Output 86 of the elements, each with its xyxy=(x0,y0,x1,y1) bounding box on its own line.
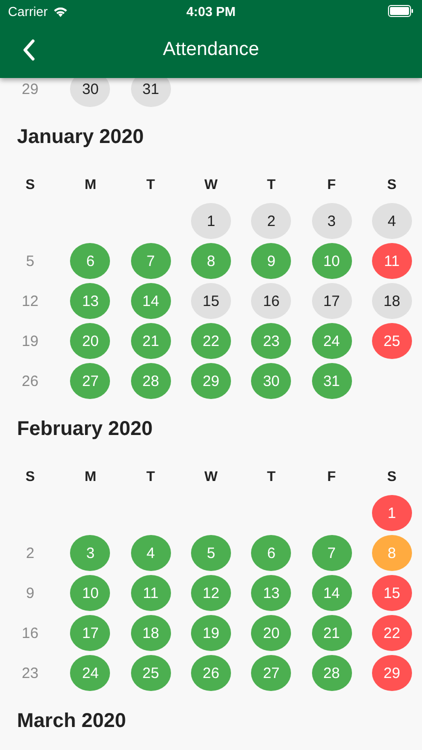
calendar-day: 26 xyxy=(22,372,38,390)
calendar-day[interactable]: 3 xyxy=(70,535,110,571)
weekday-label: M xyxy=(84,468,96,484)
weekday-label: F xyxy=(327,176,336,192)
screen-title: Attendance xyxy=(162,39,260,61)
calendar-day[interactable]: 8 xyxy=(190,243,231,279)
month-title: March 2020 xyxy=(16,709,127,734)
calendar-day[interactable]: 13 xyxy=(70,283,110,319)
calendar-day[interactable]: 27 xyxy=(70,363,110,399)
calendar-day: 9 xyxy=(26,584,34,602)
calendar-day[interactable]: 5 xyxy=(190,535,231,571)
calendar-day[interactable]: 25 xyxy=(372,323,412,359)
calendar-day: 12 xyxy=(22,292,38,310)
calendar-day[interactable]: 31 xyxy=(312,363,352,399)
weekday-label: M xyxy=(84,176,96,192)
month-title: February 2020 xyxy=(16,417,154,442)
calendar-day[interactable]: 14 xyxy=(130,283,171,319)
calendar-day[interactable]: 3 xyxy=(312,203,352,239)
calendar-day[interactable]: 13 xyxy=(251,575,292,611)
month-title: January 2020 xyxy=(16,125,145,150)
calendar-day[interactable]: 30 xyxy=(251,363,292,399)
calendar-day[interactable]: 24 xyxy=(312,323,352,359)
weekday-label: T xyxy=(146,468,155,484)
weekday-label: W xyxy=(204,468,218,484)
calendar-day[interactable]: 20 xyxy=(251,615,292,651)
calendar-day[interactable]: 6 xyxy=(251,535,292,571)
calendar-day: 5 xyxy=(26,252,34,270)
wifi-icon xyxy=(52,6,68,16)
calendar-day[interactable]: 29 xyxy=(372,655,412,691)
weekday-label: S xyxy=(387,176,397,192)
calendar-day[interactable]: 25 xyxy=(130,655,171,691)
calendar-day[interactable]: 17 xyxy=(312,283,352,319)
calendar-day[interactable]: 2 xyxy=(251,203,292,239)
calendar-day: 16 xyxy=(22,624,38,642)
calendar-day[interactable]: 26 xyxy=(190,655,231,691)
calendar-day: 29 xyxy=(22,80,38,98)
calendar-day[interactable]: 14 xyxy=(312,575,352,611)
weekday-label: S xyxy=(25,176,35,192)
calendar-day[interactable]: 29 xyxy=(190,363,231,399)
calendar-day: 23 xyxy=(22,664,38,682)
calendar-day[interactable]: 30 xyxy=(70,78,110,107)
calendar-day[interactable]: 22 xyxy=(190,323,231,359)
calendar-day[interactable]: 24 xyxy=(70,655,110,691)
calendar-day[interactable]: 15 xyxy=(190,283,231,319)
calendar-day: 2 xyxy=(26,544,34,562)
calendar-day[interactable]: 20 xyxy=(70,323,110,359)
calendar-day[interactable]: 4 xyxy=(130,535,171,571)
calendar-day[interactable]: 7 xyxy=(130,243,171,279)
calendar-day[interactable]: 10 xyxy=(312,243,352,279)
calendar-day[interactable]: 11 xyxy=(130,575,171,611)
back-icon xyxy=(22,39,36,61)
calendar-day[interactable]: 11 xyxy=(372,243,412,279)
calendar-day[interactable]: 1 xyxy=(190,203,231,239)
calendar-day[interactable]: 1 xyxy=(372,495,412,531)
weekday-label: T xyxy=(267,468,276,484)
calendar-day[interactable]: 9 xyxy=(251,243,292,279)
calendar-day[interactable]: 23 xyxy=(251,323,292,359)
calendar-day[interactable]: 19 xyxy=(190,615,231,651)
weekday-label: S xyxy=(25,468,35,484)
calendar-day[interactable]: 21 xyxy=(312,615,352,651)
weekday-label: W xyxy=(204,176,218,192)
calendar-day[interactable]: 17 xyxy=(70,615,110,651)
calendar-day[interactable]: 18 xyxy=(130,615,171,651)
calendar-day[interactable]: 31 xyxy=(130,78,171,107)
calendar-day[interactable]: 10 xyxy=(70,575,110,611)
calendar-day[interactable]: 7 xyxy=(312,535,352,571)
calendar-day[interactable]: 28 xyxy=(312,655,352,691)
calendar-day: 19 xyxy=(22,332,38,350)
calendar-day[interactable]: 6 xyxy=(70,243,110,279)
calendar-day[interactable]: 15 xyxy=(372,575,412,611)
battery-icon xyxy=(388,5,414,17)
weekday-label: F xyxy=(327,468,336,484)
carrier-label: Carrier xyxy=(8,4,48,18)
weekday-label: T xyxy=(267,176,276,192)
calendar-day[interactable]: 18 xyxy=(372,283,412,319)
calendar-day[interactable]: 8 xyxy=(372,535,412,571)
calendar-day[interactable]: 16 xyxy=(251,283,292,319)
weekday-label: S xyxy=(387,468,397,484)
weekday-label: T xyxy=(146,176,155,192)
calendar-day[interactable]: 22 xyxy=(372,615,412,651)
calendar-day[interactable]: 4 xyxy=(372,203,412,239)
calendar-day[interactable]: 27 xyxy=(251,655,292,691)
calendar-day[interactable]: 28 xyxy=(130,363,171,399)
calendar-day[interactable]: 21 xyxy=(130,323,171,359)
calendar-day[interactable]: 12 xyxy=(190,575,231,611)
status-time: 4:03 PM xyxy=(186,4,236,18)
